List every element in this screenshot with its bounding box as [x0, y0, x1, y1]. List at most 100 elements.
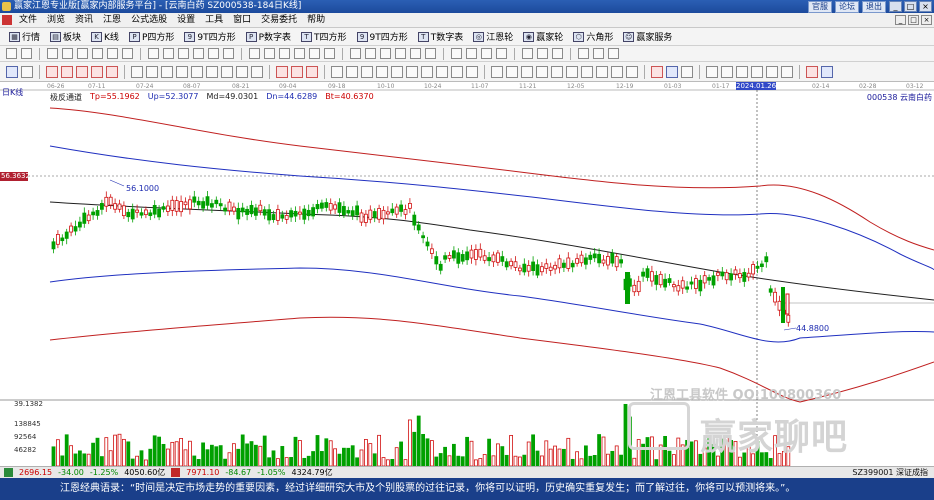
tool-icon[interactable] [249, 48, 260, 59]
draw-tool-icon[interactable] [236, 65, 248, 78]
draw-tool-icon[interactable] [806, 65, 818, 78]
tool-icon[interactable] [410, 48, 421, 59]
draw-tool-icon[interactable] [421, 65, 433, 78]
official-link[interactable]: 官服 [808, 1, 832, 13]
winner-service-button[interactable]: ☺ 赢家服务 [618, 29, 677, 45]
draw-tool-icon[interactable] [536, 65, 548, 78]
p-table-button[interactable]: P P数字表 [241, 29, 296, 45]
tool-icon[interactable] [47, 48, 58, 59]
draw-tool-icon[interactable] [376, 65, 388, 78]
menu-gann[interactable]: 江恩 [98, 13, 126, 28]
draw-tool-icon[interactable] [106, 65, 118, 78]
tool-icon[interactable] [608, 48, 619, 59]
draw-tool-icon[interactable] [436, 65, 448, 78]
draw-tool-icon[interactable] [651, 65, 663, 78]
close-button[interactable]: × [919, 1, 932, 12]
menu-trade[interactable]: 交易委托 [256, 13, 302, 28]
draw-tool-icon[interactable] [161, 65, 173, 78]
menu-file[interactable]: 文件 [14, 13, 42, 28]
draw-tool-icon[interactable] [276, 65, 288, 78]
draw-tool-icon[interactable] [706, 65, 718, 78]
tool-icon[interactable] [77, 48, 88, 59]
tool-icon[interactable] [223, 48, 234, 59]
quotes-button[interactable]: ▦ 行情 [4, 29, 45, 45]
draw-tool-icon[interactable] [681, 65, 693, 78]
menu-window[interactable]: 窗口 [228, 13, 256, 28]
draw-tool-icon[interactable] [566, 65, 578, 78]
tool-icon[interactable] [294, 48, 305, 59]
draw-tool-icon[interactable] [666, 65, 678, 78]
mdi-close-button[interactable]: × [921, 15, 932, 25]
exit-link[interactable]: 退出 [862, 1, 886, 13]
draw-tool-icon[interactable] [306, 65, 318, 78]
draw-tool-icon[interactable] [46, 65, 58, 78]
menu-settings[interactable]: 设置 [172, 13, 200, 28]
draw-tool-icon[interactable] [6, 65, 18, 78]
tool-icon[interactable] [496, 48, 507, 59]
draw-tool-icon[interactable] [451, 65, 463, 78]
draw-tool-icon[interactable] [551, 65, 563, 78]
tool-icon[interactable] [279, 48, 290, 59]
draw-tool-icon[interactable] [251, 65, 263, 78]
tool-icon[interactable] [395, 48, 406, 59]
tool-icon[interactable] [466, 48, 477, 59]
draw-tool-icon[interactable] [506, 65, 518, 78]
mdi-minimize-button[interactable]: _ [895, 15, 906, 25]
draw-tool-icon[interactable] [821, 65, 833, 78]
draw-tool-icon[interactable] [331, 65, 343, 78]
draw-tool-icon[interactable] [361, 65, 373, 78]
draw-tool-icon[interactable] [466, 65, 478, 78]
tool-icon[interactable] [350, 48, 361, 59]
sector-button[interactable]: ▤ 板块 [45, 29, 86, 45]
hexagon-button[interactable]: ⬡ 六角形 [568, 29, 618, 45]
draw-tool-icon[interactable] [61, 65, 73, 78]
tool-icon[interactable] [481, 48, 492, 59]
tool-icon[interactable] [522, 48, 533, 59]
winner-wheel-button[interactable]: ◉ 赢家轮 [518, 29, 568, 45]
draw-tool-icon[interactable] [406, 65, 418, 78]
draw-tool-icon[interactable] [221, 65, 233, 78]
p-square-button[interactable]: P P四方形 [124, 29, 179, 45]
draw-tool-icon[interactable] [346, 65, 358, 78]
draw-tool-icon[interactable] [91, 65, 103, 78]
tool-icon[interactable] [537, 48, 548, 59]
tool-icon[interactable] [425, 48, 436, 59]
tool-icon[interactable] [122, 48, 133, 59]
draw-tool-icon[interactable] [131, 65, 143, 78]
draw-tool-icon[interactable] [391, 65, 403, 78]
tool-icon[interactable] [62, 48, 73, 59]
tool-icon[interactable] [451, 48, 462, 59]
forum-link[interactable]: 论坛 [835, 1, 859, 13]
tool-icon[interactable] [107, 48, 118, 59]
tool-icon[interactable] [552, 48, 563, 59]
menu-formula[interactable]: 公式选股 [126, 13, 172, 28]
menu-browse[interactable]: 浏览 [42, 13, 70, 28]
menu-help[interactable]: 帮助 [302, 13, 330, 28]
tool-icon[interactable] [178, 48, 189, 59]
kline-chart[interactable]: 日K线 极反通道 Tp=55.1962 Up=52.3077 Md=49.030… [0, 82, 934, 466]
draw-tool-icon[interactable] [21, 65, 33, 78]
minimize-button[interactable]: _ [889, 1, 902, 12]
tool-icon[interactable] [593, 48, 604, 59]
tool-icon[interactable] [6, 48, 17, 59]
draw-tool-icon[interactable] [76, 65, 88, 78]
mdi-restore-button[interactable]: □ [908, 15, 919, 25]
draw-tool-icon[interactable] [176, 65, 188, 78]
tool-icon[interactable] [163, 48, 174, 59]
tool-icon[interactable] [193, 48, 204, 59]
9t-square-button[interactable]: 9 9T四方形 [179, 29, 240, 45]
9t-square-button-2[interactable]: 9 9T四方形 [352, 29, 413, 45]
tool-icon[interactable] [92, 48, 103, 59]
draw-tool-icon[interactable] [596, 65, 608, 78]
draw-tool-icon[interactable] [736, 65, 748, 78]
tool-icon[interactable] [324, 48, 335, 59]
tool-icon[interactable] [365, 48, 376, 59]
system-menu-icon[interactable] [2, 15, 12, 25]
draw-tool-icon[interactable] [781, 65, 793, 78]
kline-button[interactable]: K K线 [86, 29, 124, 45]
draw-tool-icon[interactable] [191, 65, 203, 78]
draw-tool-icon[interactable] [581, 65, 593, 78]
maximize-button[interactable]: □ [904, 1, 917, 12]
t-table-button[interactable]: T T数字表 [413, 29, 469, 45]
tool-icon[interactable] [21, 48, 32, 59]
